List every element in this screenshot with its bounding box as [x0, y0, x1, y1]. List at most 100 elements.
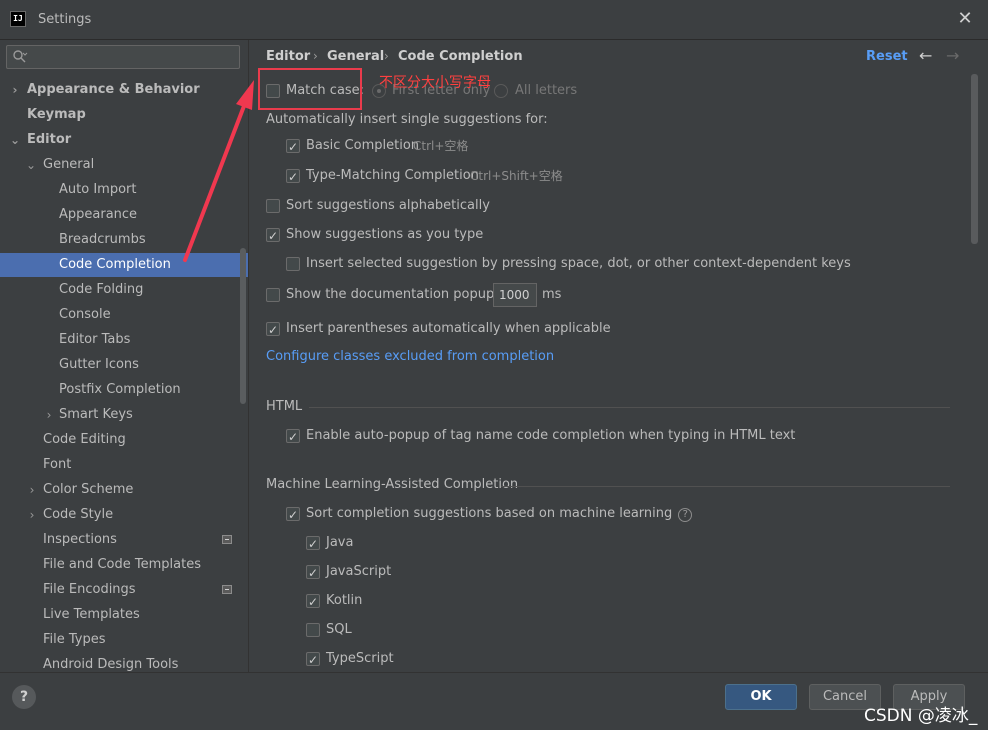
- html-auto-popup-label: Enable auto-popup of tag name code compl…: [306, 428, 796, 443]
- sidebar-item-live-templates[interactable]: Live Templates: [0, 603, 248, 627]
- insert-parens-row[interactable]: Insert parentheses automatically when ap…: [266, 319, 626, 340]
- sidebar-item-console[interactable]: Console: [0, 303, 248, 327]
- chevron-right-icon[interactable]: ›: [9, 78, 21, 102]
- sidebar-scrollbar[interactable]: [240, 248, 246, 404]
- sidebar-item-code-folding[interactable]: Code Folding: [0, 278, 248, 302]
- sidebar-item-code-completion[interactable]: Code Completion: [0, 253, 248, 277]
- type-matching-row[interactable]: Type-Matching Completion Ctrl+Shift+空格: [286, 166, 606, 187]
- ml-language-typescript[interactable]: TypeScript: [306, 649, 426, 670]
- java-checkbox[interactable]: [306, 534, 320, 554]
- insert-selected-checkbox[interactable]: [286, 257, 300, 271]
- sidebar-item-font[interactable]: Font: [0, 453, 248, 477]
- search-icon: [13, 50, 28, 63]
- javascript-checkbox[interactable]: [306, 563, 320, 583]
- html-auto-popup-checkbox[interactable]: [286, 427, 300, 447]
- sidebar-item-keymap[interactable]: Keymap: [0, 103, 248, 127]
- dialog-footer: ? OK Cancel Apply: [0, 672, 988, 730]
- breadcrumb-editor[interactable]: Editor: [266, 49, 310, 64]
- configure-excluded-link[interactable]: Configure classes excluded from completi…: [266, 347, 554, 367]
- ok-button[interactable]: OK: [725, 684, 797, 710]
- type-matching-checkbox[interactable]: [286, 167, 300, 187]
- basic-completion-row[interactable]: Basic Completion Ctrl+空格: [286, 136, 586, 157]
- sidebar-item-breadcrumbs[interactable]: Breadcrumbs: [0, 228, 248, 252]
- doc-popup-row: Show the documentation popup in: [266, 285, 586, 305]
- sidebar-item-label: Gutter Icons: [59, 357, 139, 372]
- show-as-you-type-label: Show suggestions as you type: [286, 227, 484, 242]
- chevron-down-icon[interactable]: ⌄: [9, 128, 21, 152]
- sidebar-item-editor[interactable]: ⌄ Editor: [0, 128, 248, 152]
- all-letters-label: All letters: [515, 83, 578, 98]
- sidebar-item-label: Appearance & Behavior: [27, 82, 200, 97]
- sidebar-item-file-encodings[interactable]: File Encodings: [0, 578, 248, 602]
- sort-alpha-row[interactable]: Sort suggestions alphabetically: [266, 196, 526, 216]
- sidebar-item-label: File Encodings: [43, 582, 136, 597]
- sidebar-item-code-editing[interactable]: Code Editing: [0, 428, 248, 452]
- ml-language-kotlin[interactable]: Kotlin: [306, 591, 426, 612]
- help-circle-icon[interactable]: ?: [678, 508, 693, 522]
- sidebar-item-file-types[interactable]: File Types: [0, 628, 248, 652]
- sidebar-item-label: Inspections: [43, 532, 117, 547]
- help-button[interactable]: ?: [12, 685, 36, 709]
- sidebar-item-label: Code Style: [43, 507, 114, 522]
- breadcrumb-separator: ›: [384, 49, 389, 63]
- sidebar-item-general[interactable]: ⌄ General: [0, 153, 248, 177]
- chevron-right-icon[interactable]: ›: [26, 478, 38, 502]
- doc-popup-checkbox[interactable]: [266, 288, 280, 302]
- sidebar-item-appearance[interactable]: Appearance: [0, 203, 248, 227]
- sidebar-item-label: Code Editing: [43, 432, 126, 447]
- close-icon[interactable]: ✕: [956, 10, 974, 28]
- sort-ml-checkbox[interactable]: [286, 505, 300, 525]
- language-label: Kotlin: [326, 593, 363, 608]
- html-auto-popup-row[interactable]: Enable auto-popup of tag name code compl…: [286, 426, 806, 447]
- language-label: Java: [326, 535, 354, 550]
- sidebar-item-code-style[interactable]: › Code Style: [0, 503, 248, 527]
- basic-completion-checkbox[interactable]: [286, 137, 300, 157]
- ml-language-java[interactable]: Java: [306, 533, 426, 554]
- ml-language-javascript[interactable]: JavaScript: [306, 562, 426, 583]
- sidebar-item-android-design-tools[interactable]: Android Design Tools: [0, 653, 248, 672]
- sql-checkbox[interactable]: [306, 623, 320, 637]
- ml-language-sql[interactable]: SQL: [306, 620, 426, 640]
- sidebar-item-label: Breadcrumbs: [59, 232, 146, 247]
- auto-insert-heading: Automatically insert single suggestions …: [266, 112, 548, 127]
- kotlin-checkbox[interactable]: [306, 592, 320, 612]
- settings-sidebar: › Appearance & Behavior Keymap ⌄ Editor …: [0, 40, 248, 672]
- title-bar: IJ Settings ✕: [0, 0, 988, 40]
- content-scrollbar[interactable]: [971, 74, 978, 244]
- chevron-right-icon[interactable]: ›: [43, 403, 55, 427]
- breadcrumb-separator: ›: [313, 49, 318, 63]
- doc-popup-delay-input[interactable]: 1000: [493, 283, 537, 307]
- show-as-you-type-row[interactable]: Show suggestions as you type: [266, 225, 526, 246]
- back-arrow-icon[interactable]: ←: [919, 46, 932, 65]
- ml-section-title: Machine Learning-Assisted Completion: [266, 477, 519, 492]
- insert-parens-checkbox[interactable]: [266, 320, 280, 340]
- sidebar-item-label: Smart Keys: [59, 407, 133, 422]
- chevron-down-icon[interactable]: ⌄: [25, 153, 37, 177]
- sidebar-item-postfix-completion[interactable]: Postfix Completion: [0, 378, 248, 402]
- breadcrumb-general[interactable]: General: [327, 49, 384, 64]
- all-letters-radio[interactable]: [494, 84, 508, 98]
- chevron-right-icon[interactable]: ›: [26, 503, 38, 527]
- sidebar-item-label: Auto Import: [59, 182, 137, 197]
- sidebar-item-appearance-behavior[interactable]: › Appearance & Behavior: [0, 78, 248, 102]
- sidebar-item-label: Code Completion: [59, 257, 171, 272]
- sort-ml-row[interactable]: Sort completion suggestions based on mac…: [286, 504, 706, 525]
- sidebar-item-inspections[interactable]: Inspections: [0, 528, 248, 552]
- sidebar-item-editor-tabs[interactable]: Editor Tabs: [0, 328, 248, 352]
- insert-selected-row[interactable]: Insert selected suggestion by pressing s…: [286, 254, 886, 274]
- sidebar-item-smart-keys[interactable]: › Smart Keys: [0, 403, 248, 427]
- forward-arrow-icon[interactable]: →: [946, 46, 959, 65]
- typescript-checkbox[interactable]: [306, 650, 320, 670]
- show-as-you-type-checkbox[interactable]: [266, 226, 280, 246]
- sidebar-item-label: General: [43, 157, 95, 172]
- html-section-title: HTML: [266, 399, 303, 414]
- sort-alpha-checkbox[interactable]: [266, 199, 280, 213]
- search-input[interactable]: [6, 45, 240, 69]
- reset-link[interactable]: Reset: [866, 49, 908, 64]
- sidebar-item-file-code-templates[interactable]: File and Code Templates: [0, 553, 248, 577]
- sidebar-item-label: Editor Tabs: [59, 332, 131, 347]
- basic-completion-label: Basic Completion: [306, 138, 420, 153]
- sidebar-item-auto-import[interactable]: Auto Import: [0, 178, 248, 202]
- sidebar-item-color-scheme[interactable]: › Color Scheme: [0, 478, 248, 502]
- sidebar-item-gutter-icons[interactable]: Gutter Icons: [0, 353, 248, 377]
